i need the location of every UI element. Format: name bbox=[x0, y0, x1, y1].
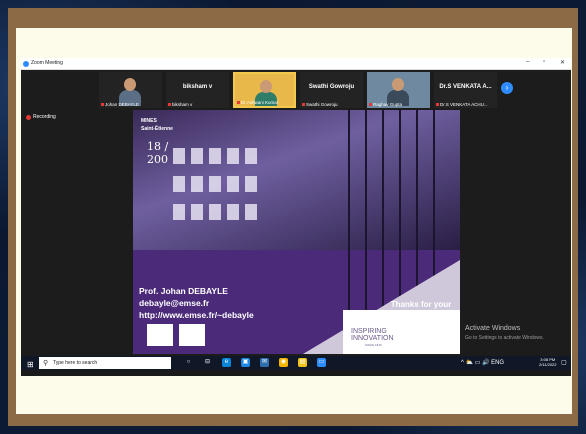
search-placeholder: Type here to search bbox=[53, 360, 98, 366]
store-icon[interactable]: ▣ bbox=[241, 358, 250, 367]
widgets-icon[interactable]: ⊟ bbox=[203, 358, 212, 367]
windows-start-icon[interactable]: ⊞ bbox=[27, 360, 34, 369]
participant-tile[interactable]: Johan DEBAYLE bbox=[99, 72, 162, 108]
title-bar: Zoom Meeting – ▫ ✕ bbox=[21, 58, 571, 70]
participant-name: Raghav Gupta bbox=[373, 102, 403, 107]
zoom-taskbar-icon[interactable]: ▭ bbox=[317, 358, 326, 367]
minimize-icon[interactable]: – bbox=[526, 59, 529, 65]
participant-display-name: Swathi Gowroju bbox=[308, 84, 355, 90]
logo-text-3: 18 / 200 bbox=[147, 140, 169, 166]
presenter-name: Prof. Johan DEBAYLE bbox=[139, 286, 228, 296]
participant-tile[interactable]: Raghav Gupta bbox=[367, 72, 430, 108]
notification-icon[interactable]: ▢ bbox=[561, 359, 567, 366]
task-view-icon[interactable]: ○ bbox=[184, 358, 193, 367]
shared-screen-slide: MINES Saint-Étienne 18 / 200 Prof. Johan… bbox=[133, 110, 460, 354]
file-explorer-icon[interactable]: ▤ bbox=[298, 358, 307, 367]
activation-watermark: Activate Windows bbox=[465, 325, 521, 332]
search-icon: ⚲ bbox=[43, 360, 49, 367]
maximize-icon[interactable]: ▫ bbox=[543, 59, 545, 65]
clock-date: 2/11/2022 bbox=[539, 362, 557, 367]
window-title: Zoom Meeting bbox=[31, 60, 63, 66]
participant-name: Dr.S VENKATA ACHU... bbox=[440, 102, 488, 107]
participant-name: Swathi Gowroju bbox=[306, 102, 338, 107]
participant-name: Johan DEBAYLE bbox=[105, 102, 139, 107]
logo-text-1: MINES bbox=[141, 118, 157, 124]
next-page-icon[interactable]: › bbox=[501, 82, 513, 94]
presenter-website: http://www.emse.fr/~debayle bbox=[139, 310, 254, 320]
thanks-text: Thanks for your attention bbox=[390, 300, 452, 319]
chrome-icon[interactable]: ◉ bbox=[279, 358, 288, 367]
participant-display-name: Dr.S VENKATA A... bbox=[439, 84, 492, 90]
recording-label: Recording bbox=[33, 114, 56, 120]
partner-logo bbox=[147, 324, 173, 346]
participant-video bbox=[387, 76, 409, 106]
close-icon[interactable]: ✕ bbox=[560, 59, 565, 66]
activation-watermark-sub: Go to Settings to activate Windows. bbox=[465, 335, 544, 341]
zoom-logo-icon bbox=[23, 61, 29, 67]
presenter-email: debayle@emse.fr bbox=[139, 298, 210, 308]
clock[interactable]: 3:08 PM 2/11/2022 bbox=[539, 357, 557, 367]
government-logo bbox=[179, 324, 205, 346]
zoom-window: Zoom Meeting – ▫ ✕ Johan DEBAYLE biksham… bbox=[21, 58, 571, 376]
logo-text-2: Saint-Étienne bbox=[141, 126, 173, 132]
participant-display-name: biksham v bbox=[182, 84, 213, 90]
tagline-since: SINCE 1816 bbox=[365, 343, 382, 347]
participant-tile[interactable]: biksham v biksham v bbox=[166, 72, 229, 108]
participant-name: biksham v bbox=[172, 102, 193, 107]
participant-name: Dr.Ashwani Kumar bbox=[241, 100, 279, 105]
mines-logo: MINES Saint-Étienne 18 / 200 bbox=[141, 118, 185, 178]
recording-icon bbox=[26, 115, 31, 120]
participant-tile-active-speaker[interactable]: Dr.Ashwani Kumar bbox=[233, 72, 296, 108]
mail-icon[interactable]: ✉ bbox=[260, 358, 269, 367]
tagline: INSPIRING INNOVATION bbox=[351, 328, 394, 342]
participant-tile[interactable]: Swathi Gowroju Swathi Gowroju bbox=[300, 72, 363, 108]
system-tray[interactable]: ^ ⛅ ▭ 🔊 ENG bbox=[461, 359, 504, 366]
edge-icon[interactable]: e bbox=[222, 358, 231, 367]
search-input[interactable]: ⚲ Type here to search bbox=[39, 357, 171, 369]
participant-video bbox=[119, 76, 141, 106]
participant-tile[interactable]: Dr.S VENKATA A... Dr.S VENKATA ACHU... bbox=[434, 72, 497, 108]
